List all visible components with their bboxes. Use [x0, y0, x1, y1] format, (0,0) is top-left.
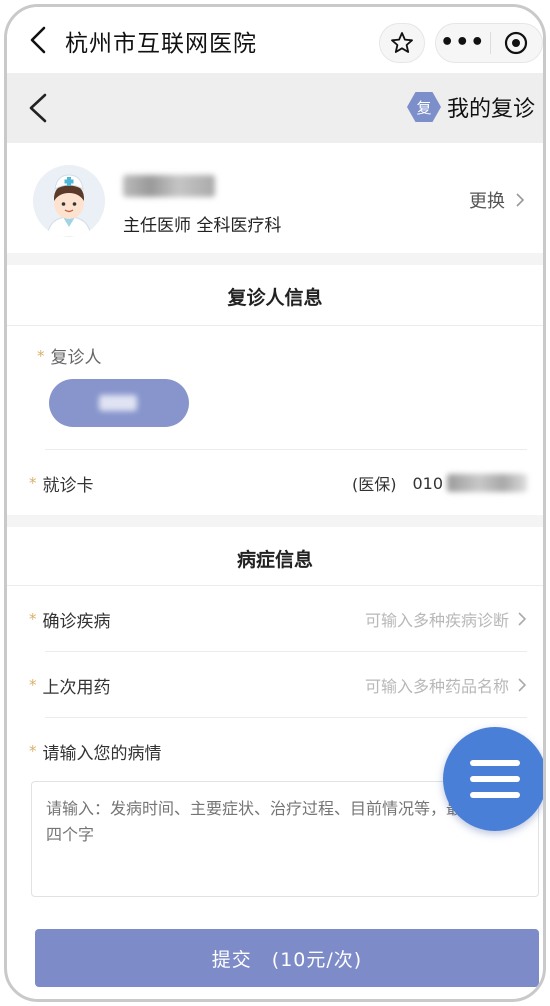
floating-menu-button[interactable]	[443, 727, 543, 831]
page-header: 复 我的复诊	[7, 73, 543, 143]
patient-section-title: 复诊人信息	[227, 287, 323, 309]
doctor-card: 主任医师 全科医疗科 更换	[7, 145, 543, 253]
doctor-title: 主任医师 全科医疗科	[123, 216, 282, 236]
change-doctor-button[interactable]: 更换	[469, 187, 525, 213]
medicine-row[interactable]: * 上次用药 可输入多种药品名称	[29, 671, 527, 699]
medical-card-label: * 就诊卡	[29, 474, 94, 496]
menu-bar-icon	[470, 776, 520, 782]
diagnosis-placeholder: 可输入多种疾病诊断	[365, 607, 527, 631]
menu-bar-icon	[470, 792, 520, 798]
star-icon[interactable]	[379, 23, 425, 63]
required-mark: *	[29, 676, 37, 694]
medicine-label: * 上次用药	[29, 676, 111, 698]
capsule-menu: •••	[435, 23, 543, 63]
diagnosis-label: * 确诊疾病	[29, 610, 111, 632]
section-divider	[7, 515, 543, 527]
submit-button[interactable]: 提交 (10元/次)	[35, 929, 539, 987]
revisit-badge-icon: 复	[406, 92, 441, 122]
required-mark: *	[29, 742, 37, 760]
wechat-topbar: 杭州市互联网医院 •••	[7, 7, 543, 73]
card-number-redacted	[447, 474, 527, 492]
patient-field-label: * 复诊人	[37, 343, 102, 369]
card-number-prefix: 010	[412, 473, 443, 493]
card-type: (医保)	[351, 475, 397, 494]
more-icon[interactable]: •••	[436, 24, 490, 62]
menu-bar-icon	[470, 760, 520, 766]
close-miniapp-icon[interactable]	[490, 31, 542, 55]
app-title: 杭州市互联网医院	[65, 31, 257, 57]
patient-label-text: 复诊人	[50, 348, 102, 368]
divider-line	[7, 585, 543, 586]
doctor-avatar	[33, 165, 105, 237]
required-mark: *	[29, 474, 37, 492]
illness-section-title: 病症信息	[236, 549, 313, 571]
medical-card-row[interactable]: * 就诊卡 (医保) 010	[29, 469, 527, 497]
change-label: 更换	[469, 191, 505, 212]
chevron-right-icon	[518, 678, 527, 692]
back-icon[interactable]	[23, 23, 53, 57]
doctor-name-redacted	[123, 175, 215, 197]
phone-frame: 杭州市互联网医院 ••• 复 我的复诊 主任医师 全科医疗科 更换 复诊人信息 …	[4, 4, 546, 1002]
required-mark: *	[29, 610, 37, 628]
medical-card-value: (医保) 010	[352, 471, 527, 495]
page-back-icon[interactable]	[21, 89, 55, 127]
diagnosis-row[interactable]: * 确诊疾病 可输入多种疾病诊断	[29, 605, 527, 633]
medicine-placeholder: 可输入多种药品名称	[365, 673, 527, 697]
page-title: 我的复诊	[446, 97, 535, 122]
chevron-right-icon	[516, 193, 525, 207]
patient-select-chip[interactable]	[49, 379, 189, 427]
section-divider	[7, 253, 543, 265]
patient-name-redacted	[99, 395, 137, 411]
required-mark: *	[37, 346, 45, 365]
divider-line	[7, 325, 543, 326]
divider-line	[45, 717, 527, 718]
chevron-right-icon	[518, 612, 527, 626]
divider-line	[45, 651, 527, 652]
condition-label: * 请输入您的病情	[29, 742, 162, 764]
divider-line	[45, 449, 527, 450]
header-title-group: 复 我的复诊	[406, 91, 535, 123]
